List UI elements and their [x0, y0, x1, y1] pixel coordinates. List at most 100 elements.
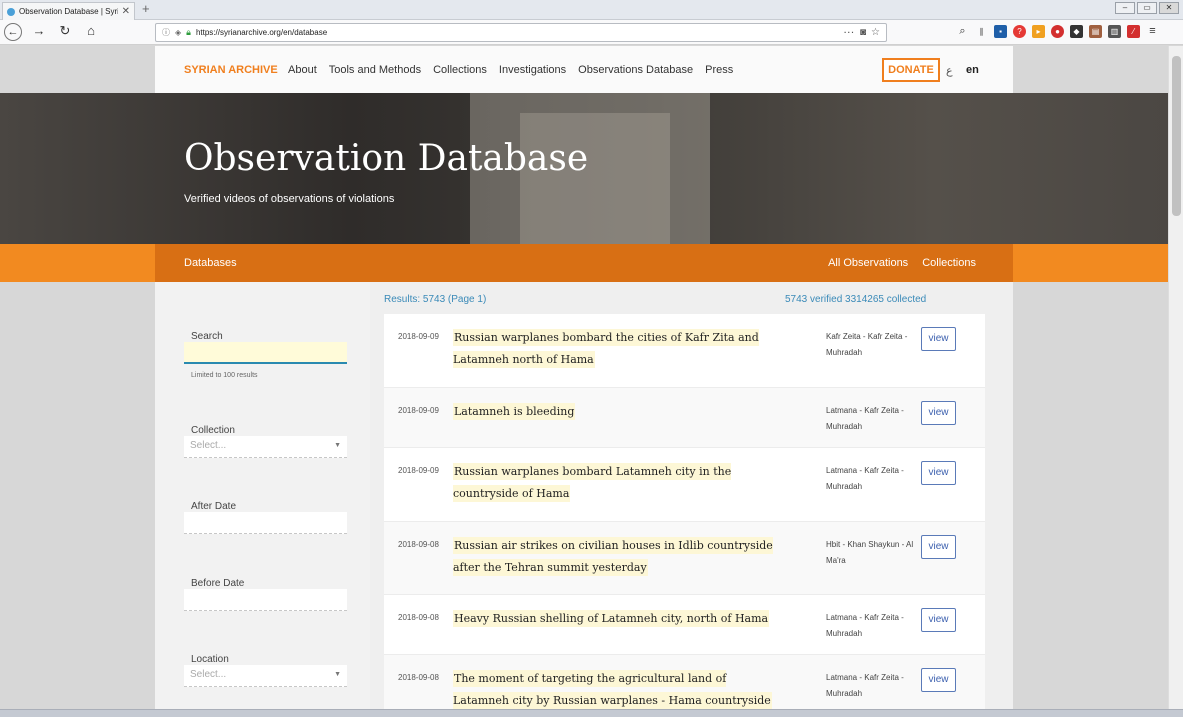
- location-select-value: Select...: [190, 669, 227, 680]
- location-select[interactable]: Select... ▼: [184, 665, 347, 687]
- result-date: 2018-09-09: [398, 406, 439, 415]
- collection-select[interactable]: Select... ▼: [184, 436, 347, 458]
- result-title[interactable]: Latamneh is bleeding: [453, 401, 773, 423]
- favicon-icon: [7, 7, 15, 16]
- sidebar-icon[interactable]: ▥: [1108, 25, 1121, 38]
- result-location: Latmana - Kafr Zeita - Muhradah: [826, 613, 904, 638]
- result-row: 2018-09-08 Russian air strikes on civili…: [384, 522, 985, 595]
- result-title-text: The moment of targeting the agricultural…: [453, 670, 772, 709]
- os-taskbar: [0, 709, 1183, 717]
- library-icon[interactable]: ∥: [975, 25, 988, 38]
- new-tab-icon[interactable]: +: [142, 2, 150, 16]
- nav-link-observations-database[interactable]: Observations Database: [578, 64, 693, 76]
- nav-link-press[interactable]: Press: [705, 64, 733, 76]
- result-location: Latmana - Kafr Zeita - Muhradah: [826, 673, 904, 698]
- view-button[interactable]: view: [921, 535, 956, 559]
- forward-icon[interactable]: →: [30, 23, 48, 41]
- result-title-text: Russian warplanes bombard Latamneh city …: [453, 463, 732, 502]
- menu-icon[interactable]: ≡: [1146, 25, 1159, 38]
- home-icon[interactable]: ⌂: [82, 23, 100, 41]
- result-title[interactable]: Russian warplanes bombard Latamneh city …: [453, 461, 773, 505]
- results-list: 2018-09-09 Russian warplanes bombard the…: [384, 314, 985, 717]
- after-date-label: After Date: [191, 501, 237, 512]
- reload-icon[interactable]: ↻: [56, 23, 74, 41]
- pocket-icon[interactable]: ◙: [860, 27, 866, 38]
- search-input[interactable]: [184, 342, 347, 364]
- view-button[interactable]: view: [921, 327, 956, 351]
- result-location: Hbit - Khan Shaykun - Al Ma'ra: [826, 540, 914, 565]
- search-icon[interactable]: ⌕: [956, 25, 969, 38]
- result-location: Latmana - Kafr Zeita - Muhradah: [826, 406, 904, 431]
- after-date-input[interactable]: [184, 512, 347, 534]
- extension-icon[interactable]: ▸: [1032, 25, 1045, 38]
- nav-link-about[interactable]: About: [288, 64, 317, 76]
- view-button[interactable]: view: [921, 401, 956, 425]
- address-bar[interactable]: ⓘ ◈ 🔒︎ https://syrianarchive.org/en/data…: [155, 23, 887, 42]
- nav-link-tools[interactable]: Tools and Methods: [329, 64, 421, 76]
- page-actions-icon[interactable]: ···: [844, 28, 855, 37]
- close-window-button[interactable]: ✕: [1159, 2, 1179, 14]
- minimize-button[interactable]: –: [1115, 2, 1135, 14]
- donate-button[interactable]: DONATE: [882, 58, 940, 82]
- extension-icon[interactable]: ?: [1013, 25, 1026, 38]
- sub-navigation-bar: Databases All Observations Collections: [0, 244, 1168, 282]
- search-label: Search: [191, 331, 223, 342]
- collection-label: Collection: [191, 425, 235, 436]
- sub-navigation-inner: Databases All Observations Collections: [155, 244, 1013, 282]
- result-title[interactable]: Russian air strikes on civilian houses i…: [453, 535, 773, 579]
- result-date: 2018-09-09: [398, 332, 439, 341]
- chevron-down-icon: ▼: [334, 671, 341, 678]
- result-row: 2018-09-09 Latamneh is bleeding Latmana …: [384, 388, 985, 448]
- info-icon[interactable]: ⓘ: [162, 27, 170, 38]
- nav-link-collections[interactable]: Collections: [433, 64, 487, 76]
- close-tab-icon[interactable]: ✕: [122, 6, 130, 17]
- nav-buttons: ← → ↻ ⌂: [4, 23, 100, 41]
- extension-icon[interactable]: ▪: [994, 25, 1007, 38]
- result-title[interactable]: Russian warplanes bombard the cities of …: [453, 327, 773, 371]
- nav-link-investigations[interactable]: Investigations: [499, 64, 566, 76]
- result-title-text: Heavy Russian shelling of Latamneh city,…: [453, 610, 770, 627]
- collection-select-value: Select...: [190, 440, 227, 451]
- result-title-text: Latamneh is bleeding: [453, 403, 576, 420]
- page-scrollbar[interactable]: [1168, 46, 1183, 717]
- before-date-input[interactable]: [184, 589, 347, 611]
- maximize-button[interactable]: ▭: [1137, 2, 1157, 14]
- filter-sidebar: Search Limited to 100 results Collection…: [155, 282, 370, 717]
- browser-toolbar: ← → ↻ ⌂ ⓘ ◈ 🔒︎ https://syrianarchive.org…: [0, 20, 1183, 45]
- bookmark-star-icon[interactable]: ☆: [871, 27, 880, 38]
- main-navigation: About Tools and Methods Collections Inve…: [288, 64, 733, 76]
- lock-icon: 🔒︎: [186, 27, 191, 37]
- result-row: 2018-09-08 Heavy Russian shelling of Lat…: [384, 595, 985, 655]
- back-icon[interactable]: ←: [4, 23, 22, 41]
- view-button[interactable]: view: [921, 608, 956, 632]
- search-hint: Limited to 100 results: [191, 372, 258, 379]
- view-button[interactable]: view: [921, 668, 956, 692]
- result-date: 2018-09-08: [398, 540, 439, 549]
- result-title[interactable]: Heavy Russian shelling of Latamneh city,…: [453, 608, 773, 630]
- scrollbar-thumb[interactable]: [1172, 56, 1181, 216]
- hero-banner: Observation Database Verified videos of …: [0, 93, 1168, 244]
- pdf-icon[interactable]: ⁄: [1127, 25, 1140, 38]
- browser-tab[interactable]: Observation Database | Syrian A ✕: [2, 2, 135, 20]
- verified-count: 5743 verified 3314265 collected: [785, 294, 927, 305]
- result-row: 2018-09-09 Russian warplanes bombard Lat…: [384, 448, 985, 522]
- sub-navigation-links: All Observations Collections: [828, 257, 976, 269]
- language-arabic-link[interactable]: ع: [946, 64, 953, 77]
- result-date: 2018-09-09: [398, 466, 439, 475]
- result-row: 2018-09-08 The moment of targeting the a…: [384, 655, 985, 717]
- adblock-icon[interactable]: ●: [1051, 25, 1064, 38]
- site-logo[interactable]: SYRIAN ARCHIVE: [184, 64, 278, 76]
- extension-icon[interactable]: ◆: [1070, 25, 1083, 38]
- view-button[interactable]: view: [921, 461, 956, 485]
- all-observations-link[interactable]: All Observations: [828, 257, 908, 269]
- collections-link[interactable]: Collections: [922, 257, 976, 269]
- databases-link[interactable]: Databases: [184, 257, 237, 269]
- window-controls: – ▭ ✕: [1115, 2, 1179, 14]
- language-english-link[interactable]: en: [966, 64, 979, 76]
- extension-icon[interactable]: ▤: [1089, 25, 1102, 38]
- page-title: Observation Database: [184, 138, 589, 179]
- result-title[interactable]: The moment of targeting the agricultural…: [453, 668, 773, 712]
- url-text[interactable]: https://syrianarchive.org/en/database: [196, 28, 839, 37]
- result-title-text: Russian warplanes bombard the cities of …: [453, 329, 759, 368]
- shield-icon[interactable]: ◈: [175, 28, 181, 37]
